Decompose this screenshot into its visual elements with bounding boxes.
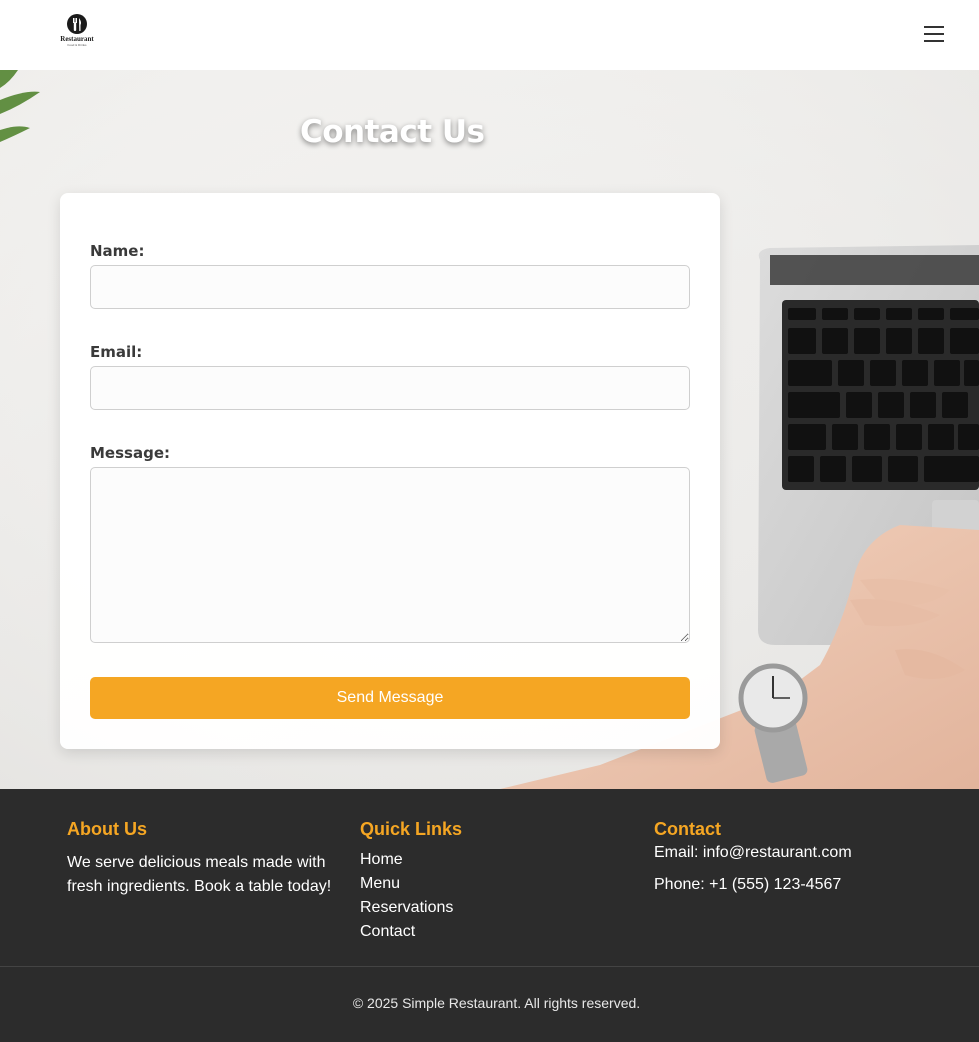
- footer-about-text: We serve delicious meals made with fresh…: [67, 854, 332, 895]
- page-title: Contact Us: [300, 114, 485, 150]
- footer-link-contact[interactable]: Contact: [360, 920, 560, 944]
- restaurant-logo[interactable]: Restaurant Food & Drinks: [52, 14, 102, 54]
- copyright-text: © 2025 Simple Restaurant. All rights res…: [352, 995, 641, 1011]
- footer-contact-email: Email: info@restaurant.com: [654, 844, 852, 861]
- footer-contact-phone: Phone: +1 (555) 123-4567: [654, 876, 842, 893]
- footer-quick-links-title: Quick Links: [360, 819, 463, 839]
- send-message-button[interactable]: Send Message: [90, 677, 690, 719]
- footer-about-title: About Us: [67, 819, 147, 839]
- name-label: Name:: [90, 242, 145, 260]
- contact-form: Name: Email: Message: Send Message: [60, 193, 720, 749]
- message-label: Message:: [90, 444, 170, 462]
- footer-link-reservations[interactable]: Reservations: [360, 896, 560, 920]
- footer-link-home[interactable]: Home: [360, 848, 560, 872]
- footer-contact: Contact Email: info@restaurant.com Phone…: [654, 819, 954, 897]
- site-footer: About Us We serve delicious meals made w…: [0, 789, 979, 1042]
- logo-subtext: Food & Drinks: [67, 43, 87, 47]
- footer-quick-links: Quick Links Home Menu Reservations Conta…: [360, 819, 560, 944]
- footer-about: About Us We serve delicious meals made w…: [67, 819, 342, 899]
- email-input[interactable]: [90, 366, 690, 410]
- name-input[interactable]: [90, 265, 690, 309]
- message-textarea[interactable]: [90, 467, 690, 643]
- footer-contact-title: Contact: [654, 819, 721, 839]
- contact-hero: Contact Us Name: Email: Message: Send Me…: [0, 70, 979, 789]
- site-header: Restaurant Food & Drinks: [0, 0, 979, 70]
- logo-text: Restaurant: [60, 35, 94, 43]
- fork-knife-icon: [67, 14, 87, 34]
- footer-divider: [0, 966, 979, 967]
- footer-link-menu[interactable]: Menu: [360, 872, 560, 896]
- email-label: Email:: [90, 343, 143, 361]
- hamburger-menu-icon[interactable]: [920, 22, 948, 46]
